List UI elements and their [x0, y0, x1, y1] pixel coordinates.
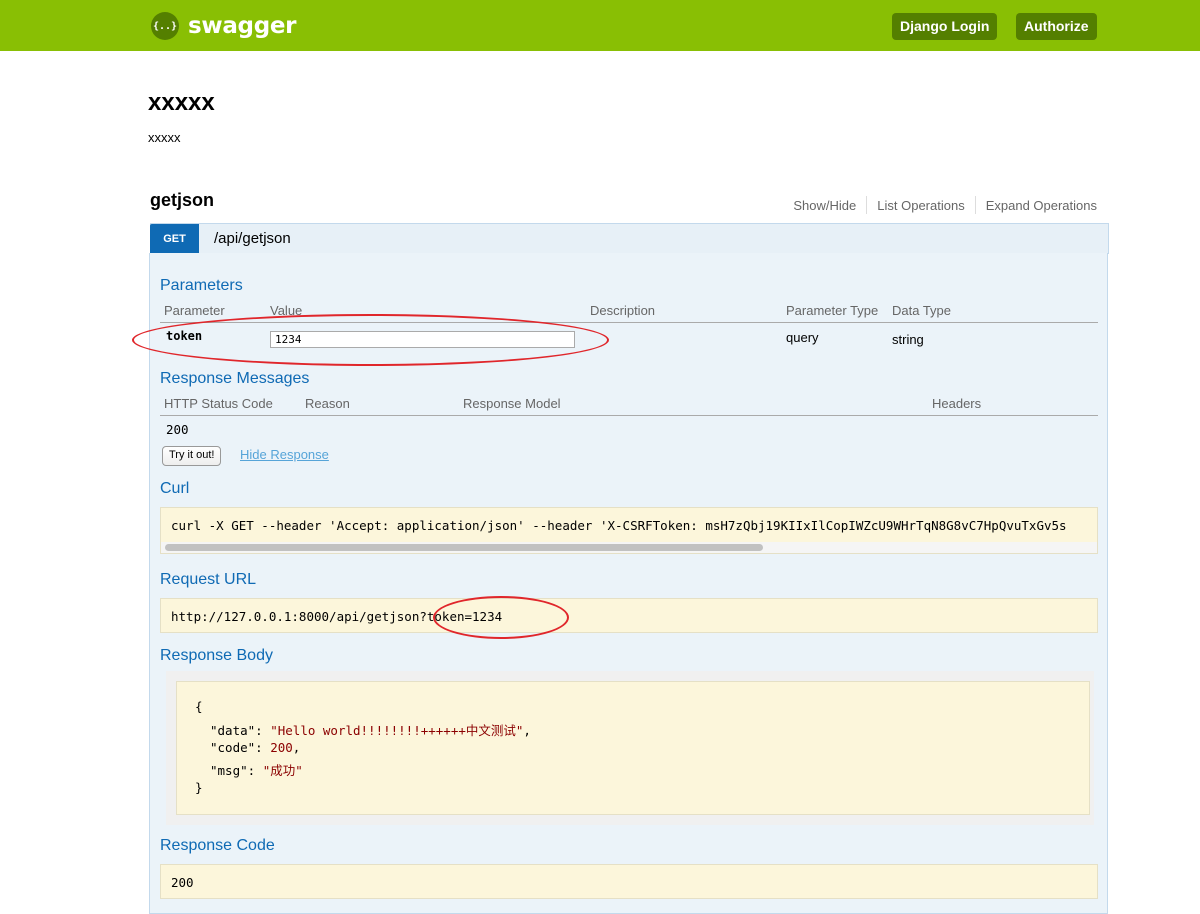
resp-col-response-model: Response Model — [463, 396, 561, 411]
operation-header[interactable]: GET /api/getjson — [150, 223, 1109, 254]
api-description: xxxxx — [148, 130, 181, 145]
token-value-input[interactable] — [270, 331, 575, 348]
curl-scrollbar[interactable] — [161, 542, 1097, 553]
operation-path[interactable]: /api/getjson — [214, 230, 291, 247]
list-operations-link[interactable]: List Operations — [877, 198, 964, 213]
response-body-json: { "data": "Hello world!!!!!!!!++++++中文测试… — [176, 681, 1090, 815]
request-url-box: http://127.0.0.1:8000/api/getjson?token=… — [160, 598, 1098, 633]
param-col-parameter-type: Parameter Type — [786, 303, 879, 318]
response-messages-title: Response Messages — [160, 370, 310, 387]
resp-col-headers: Headers — [932, 396, 982, 411]
api-title: xxxxx — [148, 89, 215, 116]
http-method-badge[interactable]: GET — [150, 224, 199, 254]
response-code-box: 200 — [160, 864, 1098, 899]
curl-title: Curl — [160, 480, 190, 497]
data-type-value: string — [892, 332, 924, 347]
json-close-brace: } — [195, 780, 203, 795]
json-key-msg: "msg" — [210, 763, 248, 778]
swagger-logo-icon: {..} — [151, 12, 179, 40]
json-line-data: "data": "Hello world!!!!!!!!++++++中文测试", — [210, 723, 531, 738]
resource-operations: Show/Hide List Operations Expand Operati… — [793, 196, 1097, 214]
resp-header-line — [160, 415, 1098, 416]
top-bar: {..} swagger Django Login Authorize — [0, 0, 1200, 51]
curl-scrollbar-thumb[interactable] — [165, 544, 763, 551]
expand-operations-link[interactable]: Expand Operations — [986, 198, 1097, 213]
json-key-data: "data" — [210, 723, 256, 738]
swagger-logo[interactable]: {..} swagger — [151, 12, 297, 40]
divider — [974, 196, 976, 214]
logo-text: swagger — [188, 13, 297, 39]
divider — [866, 196, 868, 214]
resource-name[interactable]: getjson — [150, 190, 214, 211]
resp-col-reason: Reason — [305, 396, 350, 411]
hide-response-link[interactable]: Hide Response — [240, 447, 329, 462]
param-name-token: token — [166, 329, 203, 343]
param-col-data-type: Data Type — [892, 303, 952, 318]
param-col-value: Value — [270, 303, 303, 318]
response-body-title: Response Body — [160, 647, 273, 664]
response-status-200: 200 — [166, 422, 189, 437]
request-url-title: Request URL — [160, 571, 257, 588]
json-line-msg: "msg": "成功" — [210, 763, 303, 778]
authorize-button[interactable]: Authorize — [1016, 13, 1097, 40]
param-header-line — [160, 322, 1098, 323]
response-code-title: Response Code — [160, 837, 275, 854]
curl-box: curl -X GET --header 'Accept: applicatio… — [160, 507, 1098, 554]
response-code-value: 200 — [171, 875, 194, 890]
json-key-code: "code" — [210, 740, 256, 755]
resp-col-status-code: HTTP Status Code — [164, 396, 273, 411]
param-col-description: Description — [590, 303, 656, 318]
json-line-code: "code": 200, — [210, 740, 301, 755]
parameters-title: Parameters — [160, 277, 243, 294]
json-value-code: 200 — [270, 740, 293, 755]
curl-command: curl -X GET --header 'Accept: applicatio… — [171, 518, 1067, 533]
param-col-parameter: Parameter — [164, 303, 225, 318]
response-body-container: { "data": "Hello world!!!!!!!!++++++中文测试… — [166, 671, 1094, 825]
show-hide-link[interactable]: Show/Hide — [793, 198, 856, 213]
json-value-data: "Hello world!!!!!!!!++++++中文测试" — [270, 723, 524, 738]
json-value-msg: "成功" — [262, 763, 303, 778]
django-login-button[interactable]: Django Login — [892, 13, 998, 40]
try-it-out-button[interactable]: Try it out! — [162, 446, 222, 466]
json-open-brace: { — [195, 699, 203, 714]
request-url-text: http://127.0.0.1:8000/api/getjson?token=… — [171, 609, 503, 624]
param-type-value: query — [786, 330, 819, 345]
